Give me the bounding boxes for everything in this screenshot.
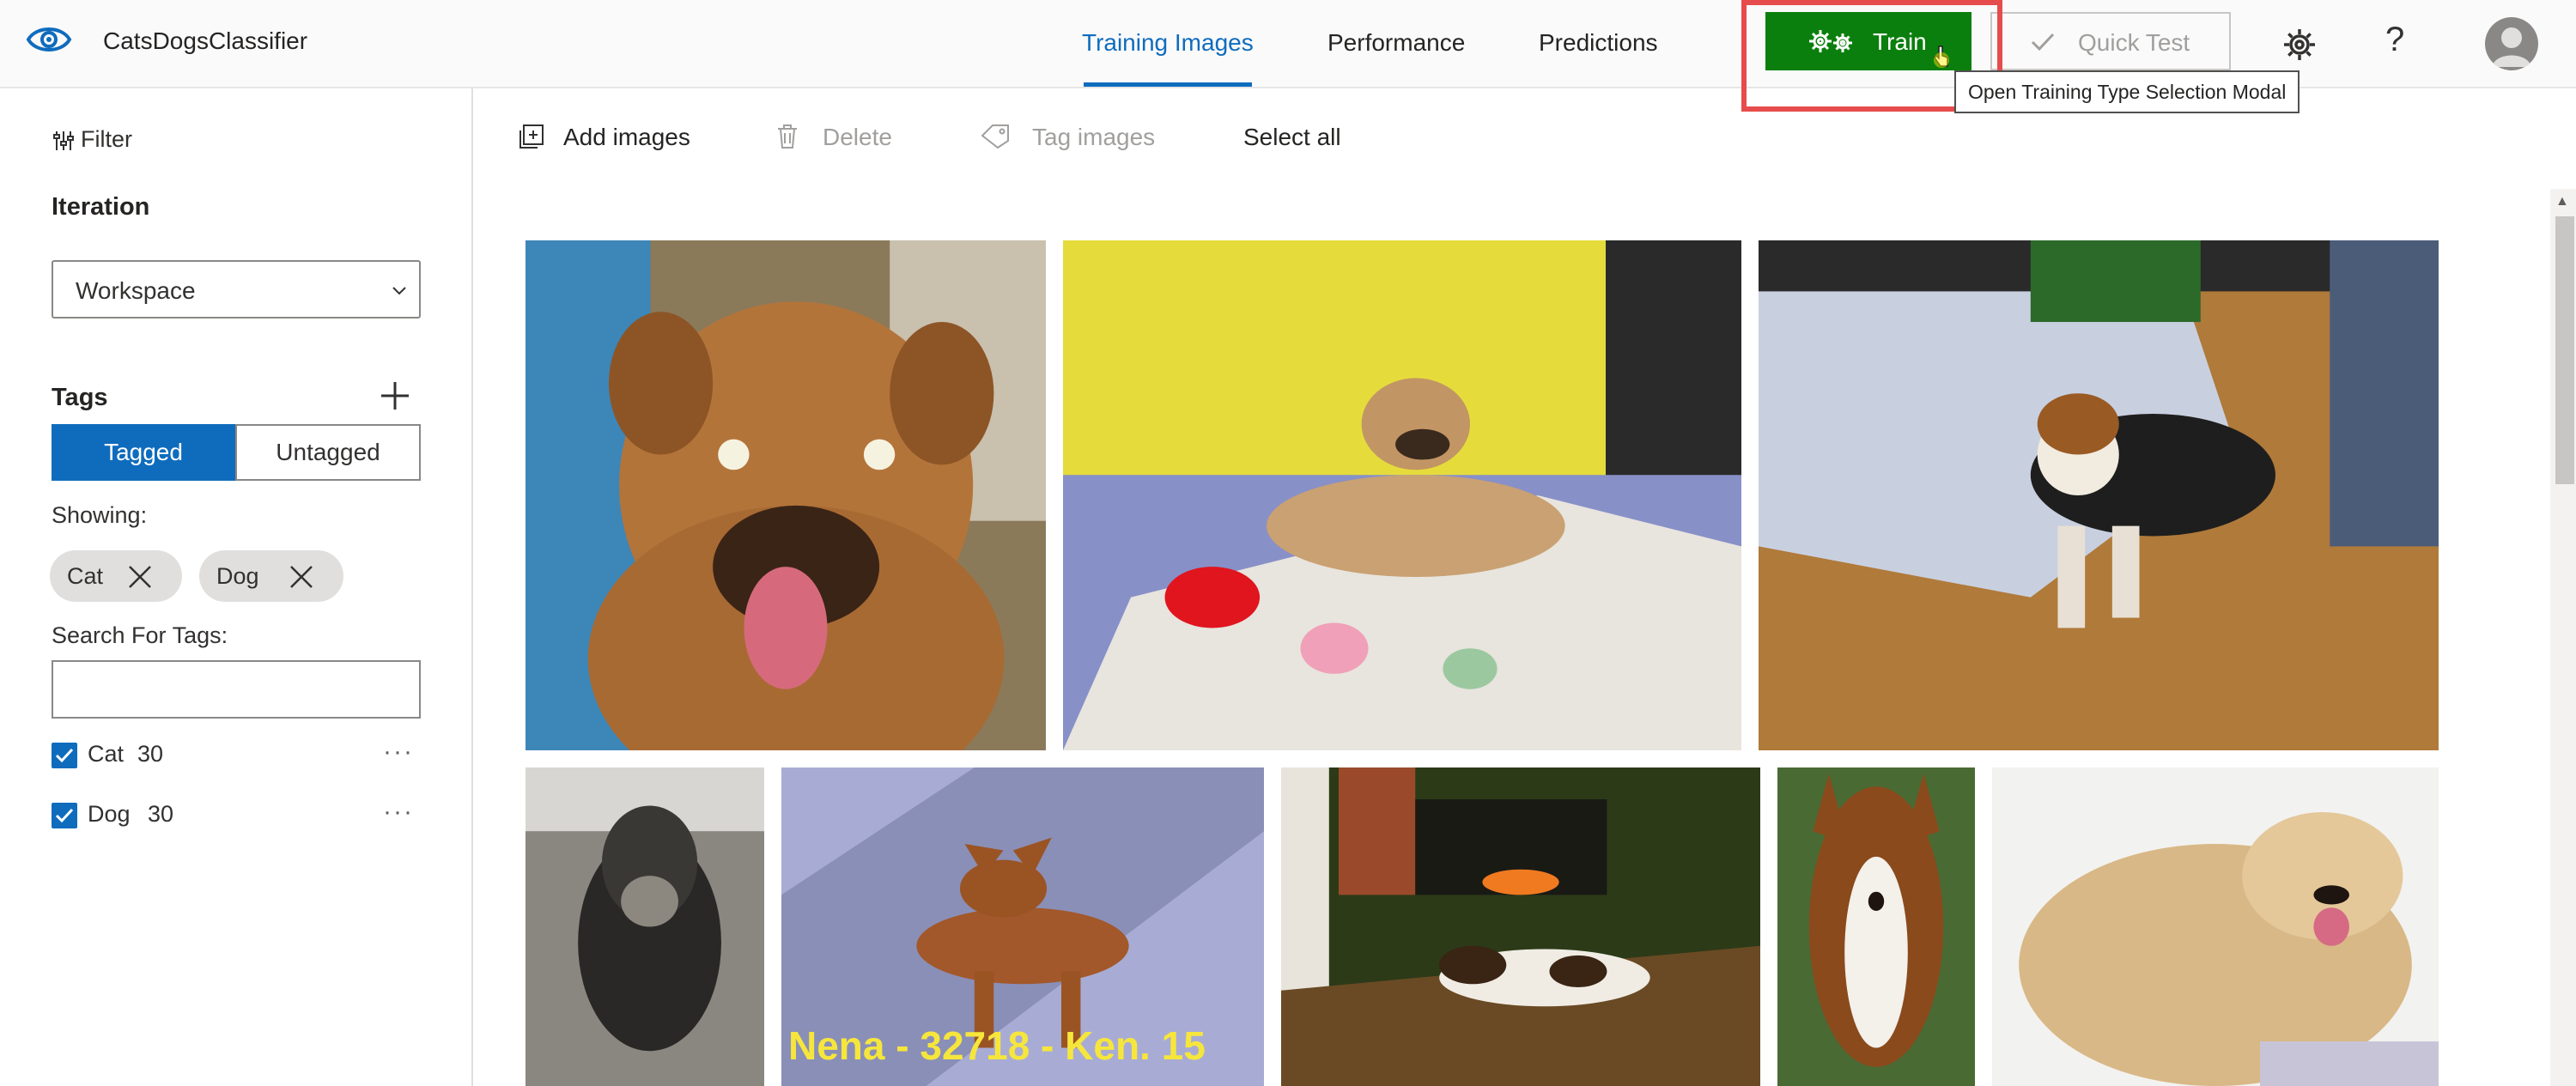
tag-row-cat[interactable]: Cat 30 bbox=[52, 741, 429, 772]
train-button-label: Train bbox=[1873, 28, 1927, 55]
chip-label: Dog bbox=[216, 563, 259, 589]
add-tag-plus-icon[interactable] bbox=[380, 380, 410, 416]
image-thumbnail[interactable] bbox=[1063, 240, 1741, 750]
tag-name: Dog bbox=[88, 801, 131, 827]
filter-chip-cat[interactable]: Cat bbox=[50, 550, 182, 602]
gears-icon bbox=[1807, 27, 1855, 61]
trash-icon bbox=[778, 124, 797, 149]
dog-photo bbox=[526, 767, 764, 1086]
tag-images-label: Tag images bbox=[1032, 124, 1156, 150]
delete-label: Delete bbox=[823, 124, 892, 150]
filter-chip-dog[interactable]: Dog bbox=[199, 550, 343, 602]
active-tab-indicator bbox=[1084, 82, 1252, 87]
checkmark-icon bbox=[2030, 31, 2056, 59]
select-all-button[interactable]: Select all bbox=[1243, 124, 1341, 151]
add-images-label: Add images bbox=[563, 124, 690, 150]
untagged-toggle[interactable]: Untagged bbox=[235, 424, 421, 481]
tag-row-dog[interactable]: Dog 30 bbox=[52, 801, 429, 832]
showing-label: Showing: bbox=[52, 502, 148, 528]
image-thumbnail[interactable] bbox=[1759, 240, 2439, 750]
mouse-pointer-icon bbox=[1932, 45, 1951, 75]
tag-more-options-icon[interactable]: ··· bbox=[383, 798, 414, 827]
tab-training-images[interactable]: Training Images bbox=[1082, 29, 1254, 57]
app-title[interactable]: CatsDogsClassifier bbox=[103, 27, 307, 55]
image-caption: Nena - 32718 - Ken. 15 bbox=[788, 1023, 1206, 1068]
add-images-button[interactable]: Add images bbox=[519, 124, 690, 151]
image-thumbnail[interactable] bbox=[1992, 767, 2439, 1086]
tab-performance[interactable]: Performance bbox=[1327, 29, 1465, 57]
dog-photo bbox=[1777, 767, 1975, 1086]
tag-checkbox-dog[interactable] bbox=[52, 803, 77, 828]
checkmark-icon bbox=[55, 808, 74, 823]
quick-test-button[interactable]: Quick Test bbox=[1990, 12, 2231, 70]
chip-label: Cat bbox=[67, 563, 104, 589]
delete-button[interactable]: Delete bbox=[776, 124, 892, 151]
image-thumbnail[interactable] bbox=[1777, 767, 1975, 1086]
dog-photo bbox=[1759, 240, 2439, 750]
iteration-heading: Iteration bbox=[52, 193, 150, 221]
left-sidebar: Filter Iteration Workspace Tags Tagged U… bbox=[0, 88, 473, 1086]
add-image-icon bbox=[519, 124, 544, 149]
image-thumbnail[interactable] bbox=[526, 767, 764, 1086]
iteration-dropdown[interactable]: Workspace bbox=[52, 260, 421, 319]
image-thumbnail[interactable] bbox=[526, 240, 1046, 750]
image-thumbnail[interactable] bbox=[1281, 767, 1760, 1086]
scrollbar-thumb[interactable] bbox=[2555, 216, 2574, 484]
tag-count: 30 bbox=[148, 801, 174, 827]
eye-logo-icon[interactable] bbox=[26, 21, 72, 58]
checkmark-icon bbox=[55, 748, 74, 763]
dog-photo bbox=[1281, 767, 1760, 1086]
dog-photo bbox=[1992, 767, 2439, 1086]
tags-heading: Tags bbox=[52, 384, 108, 411]
tag-icon bbox=[981, 124, 1009, 149]
dog-photo bbox=[1063, 240, 1741, 750]
tag-more-options-icon[interactable]: ··· bbox=[383, 737, 414, 767]
tagged-toggle[interactable]: Tagged bbox=[52, 424, 235, 481]
user-avatar[interactable] bbox=[2485, 17, 2538, 70]
image-thumbnail[interactable]: Nena - 32718 - Ken. 15 bbox=[781, 767, 1264, 1086]
filter-button[interactable]: Filter bbox=[52, 126, 132, 153]
quick-test-label: Quick Test bbox=[2078, 29, 2190, 56]
tag-images-button[interactable]: Tag images bbox=[981, 124, 1155, 151]
tag-name: Cat bbox=[88, 741, 125, 767]
filter-sliders-icon bbox=[53, 130, 74, 150]
chevron-down-icon bbox=[390, 281, 409, 304]
settings-gear-icon[interactable] bbox=[2281, 26, 2318, 68]
tag-count: 30 bbox=[137, 741, 164, 767]
remove-chip-x-icon[interactable] bbox=[127, 564, 153, 596]
search-tags-input[interactable] bbox=[52, 660, 421, 719]
remove-chip-x-icon[interactable] bbox=[289, 564, 314, 596]
help-icon[interactable]: ? bbox=[2385, 21, 2404, 59]
filter-label: Filter bbox=[81, 126, 132, 152]
tab-predictions[interactable]: Predictions bbox=[1539, 29, 1658, 57]
iteration-selected-value: Workspace bbox=[76, 277, 196, 304]
train-tooltip: Open Training Type Selection Modal bbox=[1954, 70, 2300, 113]
scroll-up-arrow-icon[interactable]: ▲ bbox=[2555, 194, 2569, 209]
dog-photo bbox=[526, 240, 1046, 750]
search-tags-label: Search For Tags: bbox=[52, 622, 228, 648]
tag-checkbox-cat[interactable] bbox=[52, 743, 77, 768]
